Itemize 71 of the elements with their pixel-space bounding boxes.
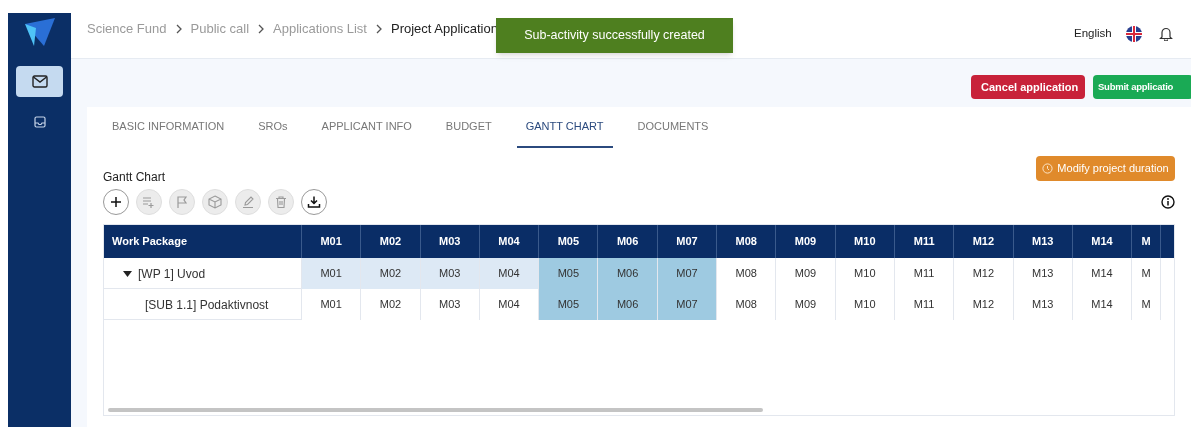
month-cell: M14 xyxy=(1072,289,1133,320)
flag-icon[interactable] xyxy=(1125,25,1142,42)
download-button[interactable] xyxy=(301,188,327,215)
month-cell: M xyxy=(1132,258,1162,289)
month-cell: M03 xyxy=(420,258,480,289)
month-cell: M04 xyxy=(479,258,540,289)
inbox-icon xyxy=(33,116,46,128)
month-cell: M10 xyxy=(835,258,895,289)
success-toast: Sub-activity successfully created xyxy=(496,18,733,53)
section-title: Gantt Chart xyxy=(103,169,166,186)
row-label: [SUB 1.1] Podaktivnost xyxy=(145,296,269,314)
tab[interactable]: BASIC INFORMATION xyxy=(103,107,234,148)
tab[interactable]: GANTT CHART xyxy=(516,107,613,148)
month-cell: M11 xyxy=(894,258,955,289)
mail-button[interactable] xyxy=(16,66,63,97)
month-cell: M12 xyxy=(954,258,1014,289)
info-icon[interactable] xyxy=(1161,194,1175,209)
tab[interactable]: APPLICANT INFO xyxy=(312,107,421,148)
month-cell: M07 xyxy=(657,289,718,320)
breadcrumb-link[interactable]: Public call xyxy=(190,19,250,39)
month-cell: M06 xyxy=(598,289,658,320)
cancel-application-button[interactable]: Cancel application xyxy=(971,75,1085,99)
logo-icon xyxy=(23,18,56,48)
scrollbar[interactable] xyxy=(108,408,763,412)
month-cell: M11 xyxy=(894,289,955,320)
mail-icon xyxy=(31,75,48,88)
row-label: [WP 1] Uvod xyxy=(138,265,206,283)
language-label[interactable]: English xyxy=(1074,25,1112,43)
month-cell: M10 xyxy=(835,289,895,320)
column-header: Work Package xyxy=(104,225,302,258)
plus-button[interactable] xyxy=(103,188,129,215)
chevron-icon xyxy=(174,24,183,34)
month-cell: M05 xyxy=(539,258,599,289)
chevron-icon xyxy=(375,24,383,34)
modify-duration-button[interactable]: Modify project duration xyxy=(1036,156,1175,181)
month-cell: M08 xyxy=(717,289,777,320)
chevron-icon xyxy=(257,24,266,34)
tab[interactable]: DOCUMENTS xyxy=(628,107,718,148)
month-cell: M xyxy=(1132,289,1162,320)
box-icon xyxy=(208,194,222,209)
breadcrumb-link[interactable]: Science Fund xyxy=(87,19,167,39)
month-cell: M13 xyxy=(1013,258,1073,289)
clock-icon xyxy=(1042,163,1054,174)
month-cell: M14 xyxy=(1072,258,1133,289)
caret-icon[interactable] xyxy=(123,270,132,277)
submit-application-button[interactable]: Submit applicatio xyxy=(1093,75,1191,99)
flag-icon xyxy=(175,194,189,209)
add-list-icon xyxy=(142,194,156,209)
month-cell: M09 xyxy=(776,289,836,320)
breadcrumb-current: Project Application xyxy=(391,20,498,39)
month-cell: M02 xyxy=(361,289,421,320)
month-cell: M06 xyxy=(598,258,658,289)
month-cell: M07 xyxy=(657,258,718,289)
plus-icon xyxy=(109,194,123,209)
download-icon xyxy=(307,194,321,209)
month-cell: M01 xyxy=(302,289,362,320)
bell-icon[interactable] xyxy=(1158,26,1173,42)
month-cell: M12 xyxy=(954,289,1014,320)
month-cell: M08 xyxy=(717,258,777,289)
trash-icon xyxy=(274,194,288,209)
month-cell: M01 xyxy=(302,258,362,289)
month-cell: M05 xyxy=(539,289,599,320)
month-cell: M04 xyxy=(479,289,540,320)
breadcrumb-link[interactable]: Applications List xyxy=(273,19,367,39)
month-cell: M13 xyxy=(1013,289,1073,320)
month-cell: M03 xyxy=(420,289,480,320)
month-cell: M02 xyxy=(361,258,421,289)
pencil-icon xyxy=(241,194,255,209)
tab[interactable]: SROs xyxy=(249,107,297,148)
tab[interactable]: BUDGET xyxy=(436,107,501,148)
month-cell: M09 xyxy=(776,258,836,289)
